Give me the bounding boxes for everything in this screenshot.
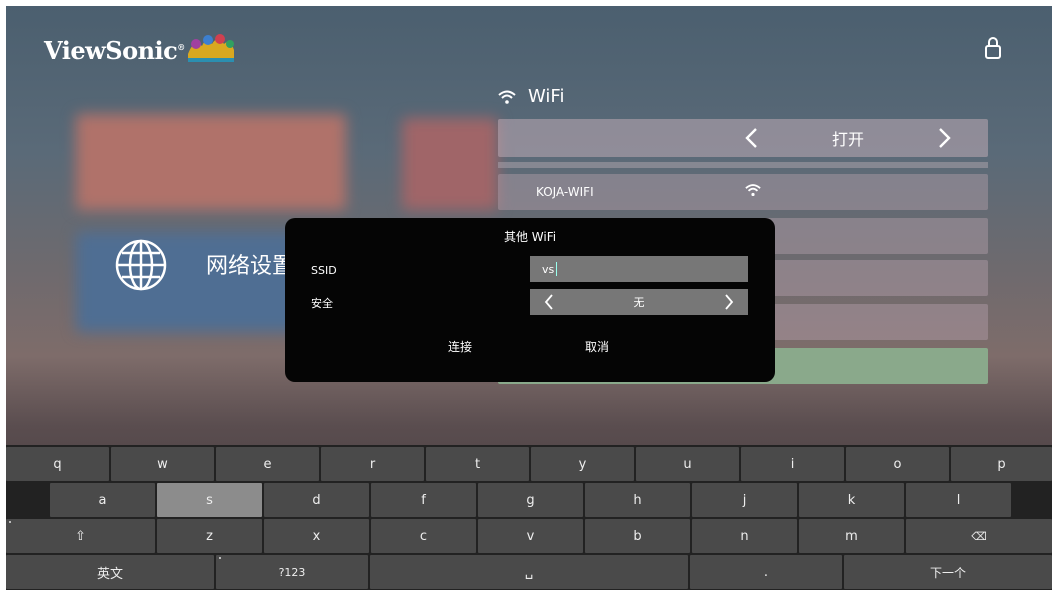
security-value: 无	[633, 296, 645, 309]
divider	[498, 162, 988, 168]
key-v[interactable]: v	[478, 519, 583, 553]
key-f[interactable]: f	[371, 483, 476, 517]
key-o[interactable]: o	[846, 447, 949, 481]
key-d[interactable]: d	[264, 483, 369, 517]
key-p[interactable]: p	[951, 447, 1052, 481]
background-tile	[76, 114, 346, 210]
key-s[interactable]: s	[157, 483, 262, 517]
key-b[interactable]: b	[585, 519, 690, 553]
wifi-toggle-value: 打开	[831, 130, 864, 149]
connect-button[interactable]: 连接	[448, 338, 472, 355]
key-q[interactable]: q	[6, 447, 109, 481]
security-label: 安全	[311, 297, 333, 310]
background-tile	[402, 118, 498, 210]
key-g[interactable]: g	[478, 483, 583, 517]
network-ssid: KOJA-WIFI	[536, 185, 594, 199]
projector-screen: ViewSonic® WiFi 打开 KOJA-WIFI 网络设置 其他 WiF…	[6, 6, 1052, 590]
ssid-input[interactable]	[530, 256, 748, 282]
chevron-left-icon[interactable]	[544, 294, 554, 310]
globe-icon	[115, 239, 167, 291]
backspace-icon: ⌫	[971, 529, 987, 543]
birds-logo-icon	[188, 34, 234, 62]
chevron-right-icon[interactable]	[938, 127, 952, 149]
network-settings-label: 网络设置	[206, 254, 288, 279]
key-y[interactable]: y	[531, 447, 634, 481]
key-h[interactable]: h	[585, 483, 690, 517]
wifi-signal-icon	[745, 184, 761, 197]
key-j[interactable]: j	[692, 483, 797, 517]
next-key[interactable]: 下一个	[844, 555, 1052, 589]
text-cursor	[556, 262, 557, 276]
key-t[interactable]: t	[426, 447, 529, 481]
chevron-left-icon[interactable]	[744, 127, 758, 149]
key-n[interactable]: n	[692, 519, 797, 553]
other-wifi-dialog: 其他 WiFi SSID 安全 无 连接 取消	[285, 218, 775, 382]
dialog-title: 其他 WiFi	[503, 230, 557, 244]
wifi-network-item[interactable]: KOJA-WIFI	[498, 174, 988, 210]
wifi-toggle-selector[interactable]: 打开	[738, 119, 988, 157]
symbols-key[interactable]: ?123	[216, 555, 368, 589]
key-z[interactable]: z	[157, 519, 262, 553]
wifi-section-title: WiFi	[498, 86, 564, 107]
key-w[interactable]: w	[111, 447, 214, 481]
key-r[interactable]: r	[321, 447, 424, 481]
key-a[interactable]: a	[50, 483, 155, 517]
space-key[interactable]: ␣	[370, 555, 688, 589]
security-selector[interactable]: 无	[530, 289, 748, 315]
key-c[interactable]: c	[371, 519, 476, 553]
cancel-button[interactable]: 取消	[585, 338, 609, 355]
key-i[interactable]: i	[741, 447, 844, 481]
period-key[interactable]: .	[690, 555, 842, 589]
ssid-label: SSID	[311, 264, 337, 277]
on-screen-keyboard: q w e r t y u i o p a s d f g h j k l ⇧ …	[6, 445, 1052, 590]
language-key[interactable]: 英文	[6, 555, 214, 589]
viewsonic-logo: ViewSonic®	[44, 36, 185, 65]
key-k[interactable]: k	[799, 483, 904, 517]
wifi-icon	[498, 90, 516, 104]
wifi-title-label: WiFi	[528, 86, 565, 107]
key-x[interactable]: x	[264, 519, 369, 553]
key-m[interactable]: m	[799, 519, 904, 553]
key-e[interactable]: e	[216, 447, 319, 481]
key-l[interactable]: l	[906, 483, 1011, 517]
key-u[interactable]: u	[636, 447, 739, 481]
backspace-key[interactable]: ⌫	[906, 519, 1052, 553]
chevron-right-icon[interactable]	[724, 294, 734, 310]
symbols-label: ?123	[278, 565, 306, 579]
shift-key[interactable]: ⇧	[6, 519, 155, 553]
shift-icon: ⇧	[75, 528, 86, 544]
lock-icon	[985, 37, 1001, 59]
wifi-toggle-row[interactable]: 打开	[498, 119, 988, 157]
